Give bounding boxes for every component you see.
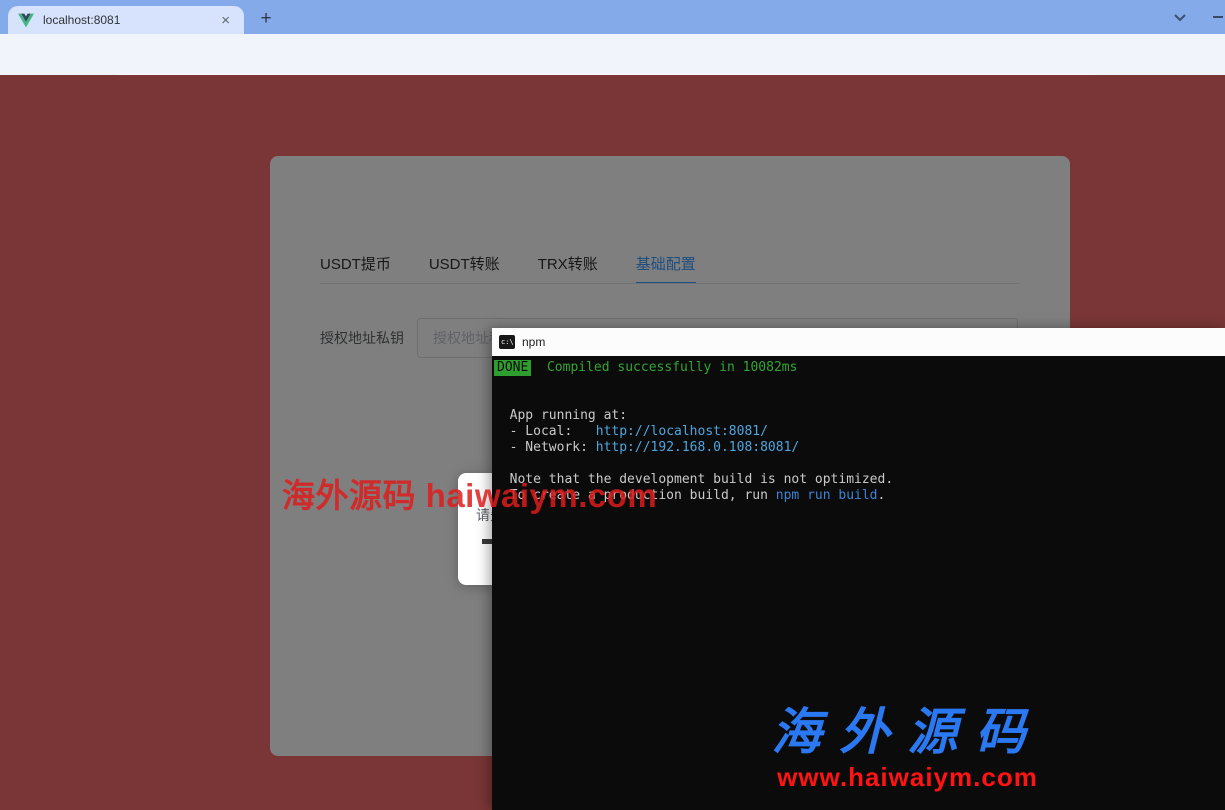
network-label: - Network: (494, 440, 596, 455)
terminal-line-app-running: App running at: (494, 408, 1225, 424)
terminal-line-done: DONE Compiled successfully in 10082ms (494, 360, 1225, 376)
tab-search-chevron-icon[interactable] (1170, 7, 1190, 27)
local-url-link[interactable]: http://localhost:8081/ (596, 424, 768, 439)
brand-url-text: www.haiwaiym.com (735, 762, 1080, 793)
tip-suffix: . (878, 488, 886, 503)
browser-tab[interactable]: localhost:8081 × (8, 6, 244, 34)
vue-logo-icon (18, 13, 34, 28)
red-watermark-text: 海外源码 haiwaiym.com (282, 479, 657, 512)
tab-title: localhost:8081 (43, 13, 217, 27)
dialog-dash (482, 539, 492, 544)
terminal-title: npm (522, 328, 545, 356)
terminal-line-network: - Network: http://192.168.0.108:8081/ (494, 440, 1225, 456)
window-minimize-icon[interactable] (1213, 16, 1223, 18)
cmd-prompt-icon: c:\ (499, 335, 515, 349)
network-url-link[interactable]: http://192.168.0.108:8081/ (596, 440, 800, 455)
local-label: - Local: (494, 424, 596, 439)
compiled-text: Compiled successfully in 10082ms (531, 360, 797, 375)
terminal-line-local: - Local: http://localhost:8081/ (494, 424, 1225, 440)
browser-tab-strip: localhost:8081 × + (0, 0, 1225, 34)
terminal-line-blank (494, 392, 1225, 408)
new-tab-button[interactable]: + (254, 7, 278, 31)
brand-chinese-text: 海外源码 (735, 706, 1080, 759)
terminal-line-blank (494, 376, 1225, 392)
npm-run-build-command: npm run build (776, 488, 878, 503)
brand-watermark: 海外源码 www.haiwaiym.com (735, 706, 1080, 793)
done-badge: DONE (494, 360, 531, 376)
terminal-line-blank (494, 456, 1225, 472)
browser-toolbar: i localhost:8081/#/trc G A ☆ (0, 34, 1225, 77)
terminal-title-bar[interactable]: c:\ npm (492, 328, 1225, 356)
tab-close-icon[interactable]: × (217, 13, 234, 28)
